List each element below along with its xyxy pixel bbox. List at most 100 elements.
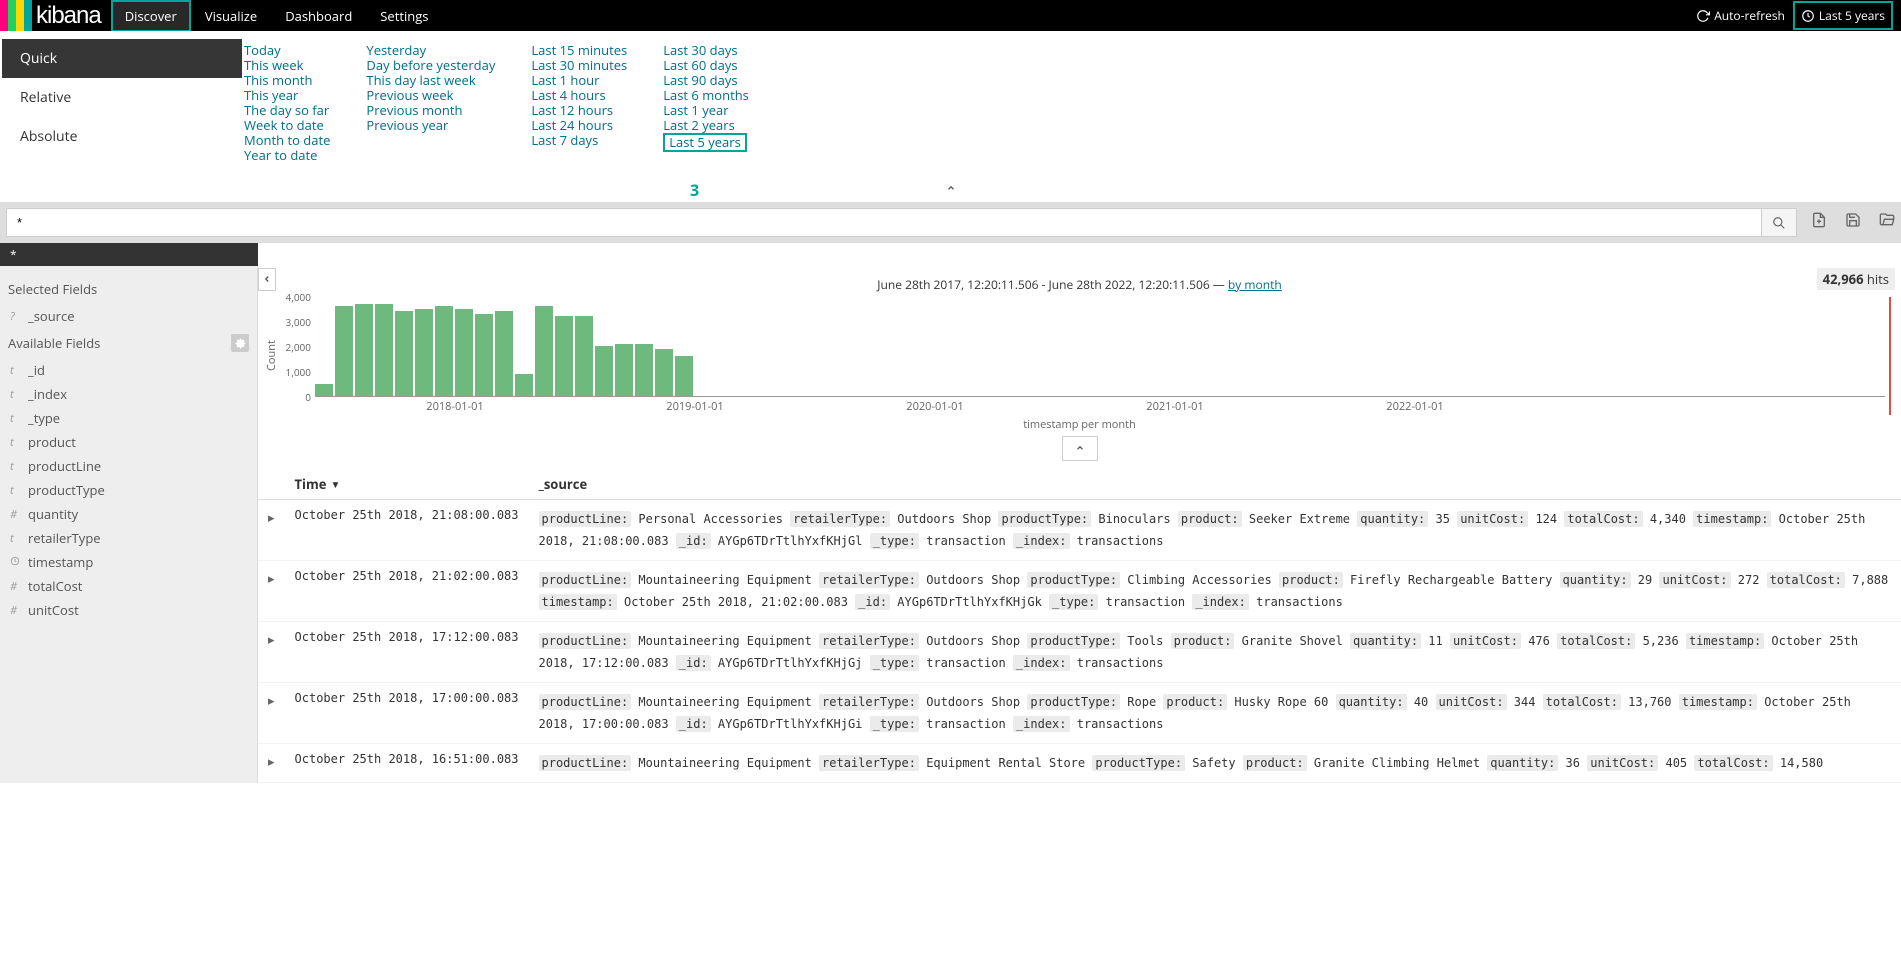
table-row: ▸October 25th 2018, 21:08:00.083productL… (258, 500, 1901, 561)
save-icon (1845, 212, 1861, 228)
field-productType[interactable]: tproductType (6, 478, 251, 502)
expand-row-button[interactable]: ▸ (258, 561, 285, 622)
time-range-button[interactable]: Last 5 years (1793, 1, 1893, 30)
row-time: October 25th 2018, 16:51:00.083 (285, 744, 529, 783)
row-source: productLine: Mountaineering Equipment re… (529, 561, 1901, 622)
histogram-bar[interactable] (555, 316, 573, 396)
expand-row-button[interactable]: ▸ (258, 622, 285, 683)
sort-desc-icon: ▼ (330, 477, 340, 491)
search-bar (0, 202, 1901, 243)
collapse-sidebar-button[interactable] (258, 268, 276, 291)
interval-link[interactable]: by month (1228, 276, 1282, 293)
collapse-timepicker-button[interactable] (0, 175, 1901, 202)
histogram-bar[interactable] (375, 304, 393, 397)
field-totalCost[interactable]: #totalCost (6, 574, 251, 598)
fields-sidebar: Selected Fields ?_source Available Field… (0, 266, 258, 783)
field-_source[interactable]: ?_source (6, 304, 251, 328)
field-timestamp[interactable]: timestamp (6, 550, 251, 574)
quick-option[interactable]: Year to date (244, 148, 330, 163)
histogram-bar[interactable] (355, 304, 373, 397)
expand-row-button[interactable]: ▸ (258, 500, 285, 561)
histogram-bar[interactable] (535, 306, 553, 396)
col-source[interactable]: _source (529, 469, 1901, 500)
field-retailerType[interactable]: tretailerType (6, 526, 251, 550)
auto-refresh-button[interactable]: Auto-refresh (1688, 1, 1793, 30)
row-time: October 25th 2018, 21:08:00.083 (285, 500, 529, 561)
nav-tab-settings[interactable]: Settings (366, 0, 442, 32)
histogram-bar[interactable] (335, 306, 353, 396)
timepicker-mode-tabs: QuickRelativeAbsolute (0, 39, 244, 167)
folder-open-icon (1879, 212, 1895, 228)
docs-table: Time▼ _source ▸October 25th 2018, 21:08:… (258, 469, 1901, 783)
field-productLine[interactable]: tproductLine (6, 454, 251, 478)
expand-row-button[interactable]: ▸ (258, 744, 285, 783)
row-source: productLine: Mountaineering Equipment re… (529, 622, 1901, 683)
auto-refresh-label: Auto-refresh (1714, 7, 1785, 24)
histogram-bar[interactable] (575, 316, 593, 396)
histogram-bar[interactable] (415, 309, 433, 397)
histogram-bar[interactable] (675, 356, 693, 396)
nav-tab-discover[interactable]: Discover (111, 0, 191, 32)
collapse-chart-button[interactable] (1062, 436, 1098, 461)
quick-option[interactable]: Last 2 years (663, 118, 749, 133)
histogram-bar[interactable] (395, 311, 413, 396)
histogram-bar[interactable] (515, 374, 533, 397)
index-pattern-selector[interactable]: * (0, 243, 258, 266)
histogram-bar[interactable] (315, 384, 333, 397)
field-product[interactable]: tproduct (6, 430, 251, 454)
top-navbar: kibana DiscoverVisualizeDashboardSetting… (0, 0, 1901, 31)
field-_id[interactable]: t_id (6, 358, 251, 382)
histogram-bar[interactable] (455, 309, 473, 397)
timepicker-quick-options: TodayThis weekThis monthThis yearThe day… (244, 39, 1901, 167)
nav-tab-dashboard[interactable]: Dashboard (271, 0, 366, 32)
histogram-bar[interactable] (595, 346, 613, 396)
histogram-bar[interactable] (495, 311, 513, 396)
field-_type[interactable]: t_type (6, 406, 251, 430)
open-search-button[interactable] (1879, 212, 1895, 233)
field-settings-button[interactable] (231, 334, 249, 352)
chart-xlabel: timestamp per month (258, 417, 1901, 432)
quick-option[interactable]: Last 7 days (531, 133, 627, 148)
hits-count: 42,966 hits (1817, 268, 1895, 290)
logo[interactable]: kibana (0, 0, 101, 31)
annotation-3: 3 (690, 179, 699, 201)
field-unitCost[interactable]: #unitCost (6, 598, 251, 622)
col-time[interactable]: Time▼ (285, 469, 529, 500)
nav-tab-visualize[interactable]: Visualize (191, 0, 271, 32)
table-row: ▸October 25th 2018, 21:02:00.083productL… (258, 561, 1901, 622)
quick-option[interactable]: Previous year (366, 118, 495, 133)
timepicker-tab-absolute[interactable]: Absolute (2, 117, 242, 156)
row-source: productLine: Mountaineering Equipment re… (529, 744, 1901, 783)
save-search-button[interactable] (1845, 212, 1861, 233)
histogram-chart[interactable]: 01,0002,0003,0004,000 2018-01-012019-01-… (279, 297, 1891, 415)
table-row: ▸October 25th 2018, 17:12:00.083productL… (258, 622, 1901, 683)
chart-ylabel: Count (264, 297, 279, 415)
histogram-range-label: June 28th 2017, 12:20:11.506 - June 28th… (258, 266, 1901, 297)
search-input[interactable] (7, 209, 1761, 236)
histogram-bar[interactable] (635, 344, 653, 397)
table-row: ▸October 25th 2018, 16:51:00.083productL… (258, 744, 1901, 783)
new-search-button[interactable] (1811, 212, 1827, 233)
field-quantity[interactable]: #quantity (6, 502, 251, 526)
histogram-bar[interactable] (475, 314, 493, 397)
timepicker-tab-quick[interactable]: Quick (2, 39, 242, 78)
row-time: October 25th 2018, 21:02:00.083 (285, 561, 529, 622)
table-row: ▸October 25th 2018, 17:00:00.083productL… (258, 683, 1901, 744)
search-icon (1772, 216, 1786, 230)
row-source: productLine: Mountaineering Equipment re… (529, 683, 1901, 744)
selected-fields-label: Selected Fields (8, 280, 249, 298)
logo-text: kibana (32, 2, 101, 30)
row-source: productLine: Personal Accessories retail… (529, 500, 1901, 561)
histogram-bar[interactable] (655, 349, 673, 397)
search-button[interactable] (1761, 209, 1796, 236)
histogram-bar[interactable] (435, 306, 453, 396)
expand-row-button[interactable]: ▸ (258, 683, 285, 744)
histogram-bar[interactable] (615, 344, 633, 397)
time-range-label: Last 5 years (1819, 7, 1885, 24)
timepicker-tab-relative[interactable]: Relative (2, 78, 242, 117)
quick-option[interactable]: Last 5 years (663, 133, 747, 152)
field-_index[interactable]: t_index (6, 382, 251, 406)
timepicker-panel: QuickRelativeAbsolute TodayThis weekThis… (0, 31, 1901, 175)
row-time: October 25th 2018, 17:12:00.083 (285, 622, 529, 683)
new-document-icon (1811, 212, 1827, 228)
